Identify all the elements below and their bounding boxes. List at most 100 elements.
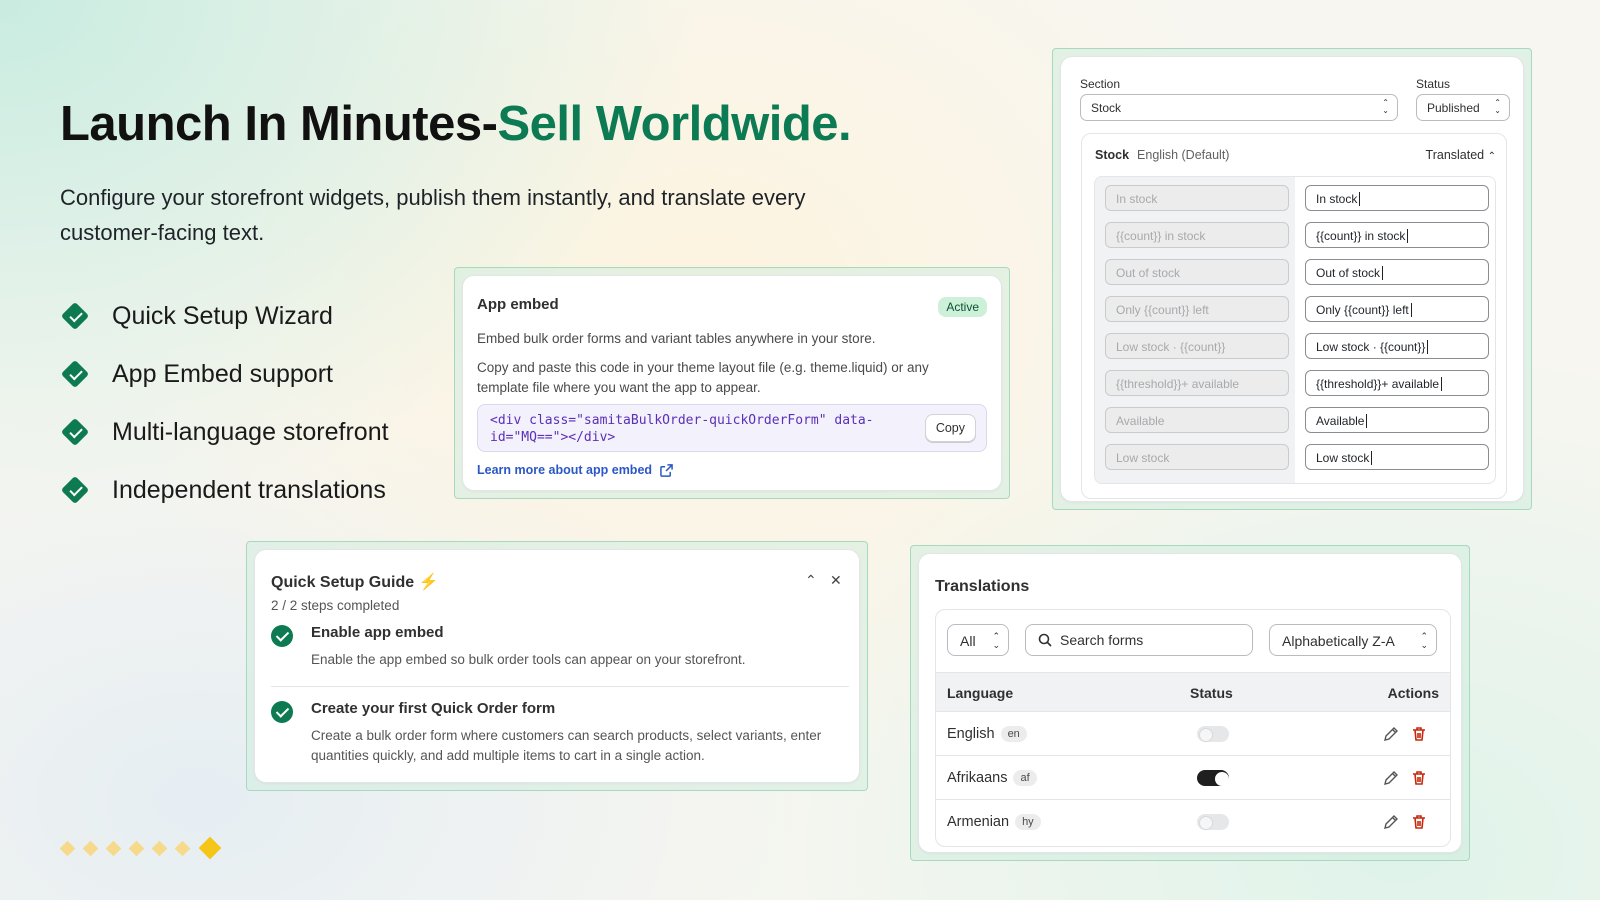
learn-more-label: Learn more about app embed <box>477 463 653 477</box>
setup-guide-title-text: Quick Setup Guide <box>271 574 415 591</box>
sort-select[interactable]: Alphabetically Z-A ⌃ ⌄ <box>1269 624 1437 656</box>
step-description: Create a bulk order form where customers… <box>311 728 822 763</box>
chevron-up-icon: ⌃ <box>1487 151 1496 162</box>
search-icon <box>1038 633 1052 647</box>
filter-select[interactable]: All ⌃ ⌄ <box>947 624 1009 656</box>
source-field: Only {{count}} left <box>1105 296 1289 322</box>
select-arrows-icon: ⌃ ⌄ <box>1494 98 1501 115</box>
translation-input[interactable]: {{count}} in stock <box>1305 222 1489 248</box>
collapse-icon[interactable]: ⌃ <box>805 572 817 589</box>
status-select-value: Published <box>1427 101 1480 115</box>
language-name: Afrikaans <box>947 770 1008 786</box>
edit-icon[interactable] <box>1382 813 1400 831</box>
source-field: Out of stock <box>1105 259 1289 285</box>
translations-title: Translations <box>935 578 1030 595</box>
app-embed-frame: App embed Active Embed bulk order forms … <box>454 267 1010 499</box>
translations-card: Translations All ⌃ ⌄ Search forms Alphabe… <box>918 553 1462 853</box>
pager-dot-active[interactable] <box>198 836 222 860</box>
external-link-icon <box>660 463 673 477</box>
setup-guide-title: Quick Setup Guide ⚡ <box>271 572 439 592</box>
source-field: {{count}} in stock <box>1105 222 1289 248</box>
stock-editor-frame: Section Stock ⌃ ⌄ Status Published ⌃ ⌄ Sto… <box>1052 48 1532 510</box>
table-row: Armenian hy <box>936 800 1450 844</box>
check-diamond-icon <box>60 301 90 331</box>
translation-input[interactable]: Low stock · {{count}} <box>1305 333 1489 359</box>
edit-icon[interactable] <box>1382 769 1400 787</box>
filter-value: All <box>960 633 976 649</box>
panel-language: English (Default) <box>1137 148 1230 162</box>
language-cell: English en <box>947 726 1027 742</box>
language-code-badge: hy <box>1015 814 1041 830</box>
table-row: English en <box>936 712 1450 756</box>
copy-button[interactable]: Copy <box>924 414 976 442</box>
completed-check-icon <box>271 701 293 723</box>
feature-item: Multi-language storefront <box>60 403 389 461</box>
translated-toggle[interactable]: Translated ⌃ <box>1426 148 1496 162</box>
pager-dot[interactable] <box>105 840 122 856</box>
translation-grid: In stock In stock {{count}} in stock {{c… <box>1094 176 1496 484</box>
column-language: Language <box>947 685 1014 701</box>
sort-value: Alphabetically Z-A <box>1282 633 1395 649</box>
step-title: Create your first Quick Order form <box>311 700 556 717</box>
setup-progress: 2 / 2 steps completed <box>271 598 400 613</box>
translation-input[interactable]: Low stock <box>1305 444 1489 470</box>
translation-input[interactable]: Out of stock <box>1305 259 1489 285</box>
section-select-value: Stock <box>1091 101 1122 115</box>
source-field: Low stock · {{count}} <box>1105 333 1289 359</box>
completed-check-icon <box>271 625 293 647</box>
check-diamond-icon <box>60 475 90 505</box>
source-field: Available <box>1105 407 1289 433</box>
table-header: Language Status Actions <box>936 672 1450 712</box>
source-field: In stock <box>1105 185 1289 211</box>
search-placeholder: Search forms <box>1060 632 1144 648</box>
translation-input[interactable]: Only {{count}} left <box>1305 296 1489 322</box>
pager-dot[interactable] <box>174 840 191 856</box>
select-arrows-icon: ⌃ ⌄ <box>1382 98 1389 115</box>
section-select[interactable]: Stock ⌃ ⌄ <box>1080 94 1398 121</box>
hero-title: Launch In Minutes-Sell Worldwide. <box>60 96 852 152</box>
pager-dot[interactable] <box>151 840 168 856</box>
translation-input[interactable]: {{threshold}}+ available <box>1305 370 1489 396</box>
translation-input[interactable]: Available <box>1305 407 1489 433</box>
close-icon[interactable]: ✕ <box>830 572 842 589</box>
delete-icon[interactable] <box>1410 813 1428 831</box>
status-badge: Active <box>938 297 987 317</box>
hero-subtitle: Configure your storefront widgets, publi… <box>60 185 806 245</box>
delete-icon[interactable] <box>1410 769 1428 787</box>
status-label: Status <box>1416 77 1451 91</box>
pager-dot[interactable] <box>59 840 76 856</box>
source-field: {{threshold}}+ available <box>1105 370 1289 396</box>
app-embed-title: App embed <box>477 296 559 313</box>
app-embed-instructions: Copy and paste this code in your theme l… <box>477 360 929 395</box>
pager-dot[interactable] <box>82 840 99 856</box>
feature-label: Multi-language storefront <box>112 417 389 446</box>
delete-icon[interactable] <box>1410 725 1428 743</box>
edit-icon[interactable] <box>1382 725 1400 743</box>
status-toggle[interactable] <box>1197 814 1229 830</box>
translation-panel: Stock English (Default) Translated ⌃ In s… <box>1081 133 1507 499</box>
table-row: Afrikaans af <box>936 756 1450 800</box>
language-name: Armenian <box>947 814 1010 830</box>
setup-guide-card: Quick Setup Guide ⚡ 2 / 2 steps complete… <box>254 549 860 783</box>
embed-code[interactable]: <div class="samitaBulkOrder-quickOrderFo… <box>490 412 890 446</box>
column-actions: Actions <box>1387 685 1439 701</box>
translation-input[interactable]: In stock <box>1305 185 1489 211</box>
setup-guide-frame: Quick Setup Guide ⚡ 2 / 2 steps complete… <box>246 541 868 791</box>
feature-item: App Embed support <box>60 345 389 403</box>
learn-more-link[interactable]: Learn more about app embed <box>477 463 673 477</box>
source-field: Low stock <box>1105 444 1289 470</box>
select-arrows-icon: ⌃ ⌄ <box>992 631 1000 650</box>
pager-dot[interactable] <box>128 840 145 856</box>
panel-name: Stock <box>1095 148 1130 162</box>
status-toggle[interactable] <box>1197 770 1229 786</box>
stock-editor-card: Section Stock ⌃ ⌄ Status Published ⌃ ⌄ Sto… <box>1060 56 1524 502</box>
app-embed-card: App embed Active Embed bulk order forms … <box>462 275 1002 491</box>
feature-list: Quick Setup Wizard App Embed support Mul… <box>60 287 389 519</box>
panel-state: Translated <box>1425 148 1485 162</box>
search-input[interactable]: Search forms <box>1025 624 1253 656</box>
section-label: Section <box>1080 77 1121 91</box>
pager-dots <box>59 836 222 860</box>
status-toggle[interactable] <box>1197 726 1229 742</box>
language-name: English <box>947 726 995 742</box>
status-select[interactable]: Published ⌃ ⌄ <box>1416 94 1510 121</box>
